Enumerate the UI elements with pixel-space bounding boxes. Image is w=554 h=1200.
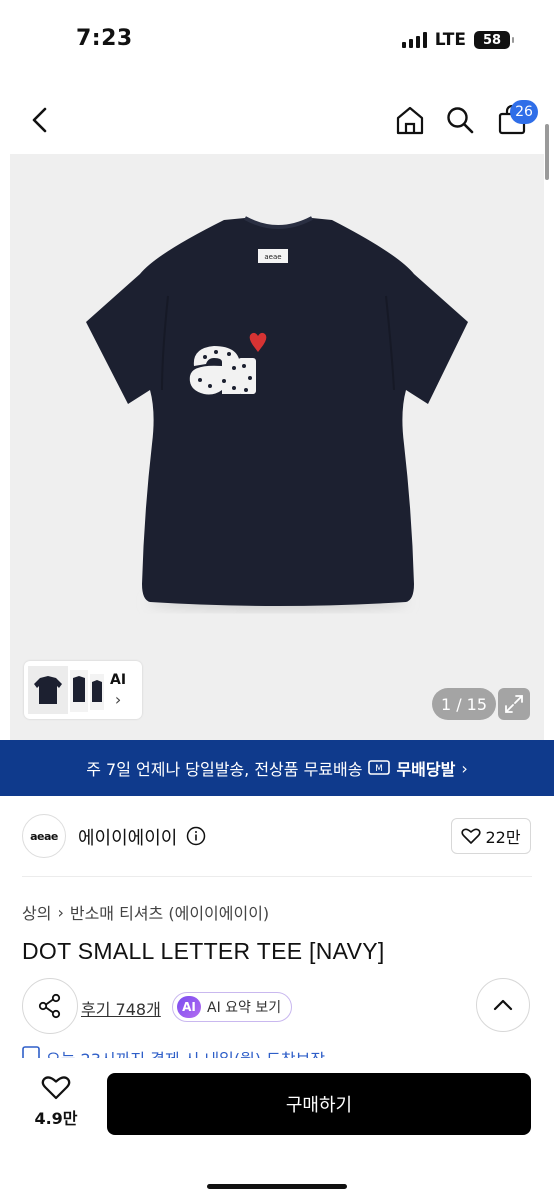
breadcrumb-category[interactable]: 상의 (22, 900, 51, 924)
ai-thumb-label: AI (110, 671, 127, 688)
thumbnail-image (28, 666, 104, 714)
product-title: DOT SMALL LETTER TEE [NAVY] (22, 938, 385, 964)
expand-image-button[interactable] (498, 688, 530, 720)
breadcrumb: 상의 › 반소매 티셔츠 (에이이에이이) (22, 900, 269, 924)
signal-icon (401, 32, 427, 48)
svg-text:M: M (376, 764, 384, 774)
image-page-counter: 1 / 15 (432, 688, 496, 720)
heart-icon (41, 1076, 71, 1100)
share-button[interactable] (22, 978, 78, 1034)
chevron-up-icon (493, 999, 513, 1011)
garment-tag-text: aeae (264, 253, 281, 261)
delivery-promo-banner[interactable]: 주 7일 언제나 당일발송, 전상품 무료배송 M 무배당발 › (0, 740, 554, 796)
thumbnail-strip[interactable]: AI › (24, 661, 142, 719)
share-icon (38, 993, 61, 1019)
home-icon (396, 106, 424, 135)
delivery-truck-icon: M (368, 760, 391, 775)
scroll-to-top-button[interactable] (476, 978, 530, 1032)
banner-text: 주 7일 언제나 당일발송, 전상품 무료배송 (86, 760, 363, 779)
info-icon[interactable] (186, 826, 206, 850)
brand-like-button[interactable]: 22만 (451, 818, 531, 854)
chevron-left-icon (32, 107, 47, 133)
search-icon (447, 107, 474, 134)
expand-icon (505, 695, 523, 713)
breadcrumb-subcategory[interactable]: 반소매 티셔츠 (에이이에이이) (70, 900, 269, 924)
free-delivery-label: 무배당발 (396, 760, 456, 779)
brand-logo[interactable]: aeae (22, 814, 66, 858)
back-button[interactable] (20, 100, 60, 140)
status-indicators: LTE 58 (401, 30, 514, 50)
breadcrumb-separator: › (57, 902, 64, 922)
wishlist-count: 4.9만 (34, 1109, 78, 1128)
ai-badge: AI (177, 996, 201, 1018)
brand-like-count: 22만 (485, 828, 521, 847)
status-time: 7:23 (76, 26, 133, 51)
buy-button[interactable]: 구매하기 (107, 1073, 531, 1135)
home-indicator (207, 1184, 347, 1189)
wishlist-button[interactable]: 4.9만 (30, 1074, 82, 1129)
ai-summary-label: AI 요약 보기 (207, 1000, 282, 1016)
cart-count-badge: 26 (510, 100, 538, 124)
chevron-right-icon: › (114, 689, 122, 709)
battery-icon: 58 (474, 31, 514, 49)
ai-summary-button[interactable]: AI AI 요약 보기 (172, 992, 293, 1022)
battery-level: 58 (482, 32, 502, 48)
product-image-gallery[interactable]: aeae AI › 1 / 15 (10, 154, 544, 740)
divider (22, 876, 532, 877)
search-button[interactable] (440, 100, 480, 140)
home-button[interactable] (390, 100, 430, 140)
ai-thumb-label-group: AI › (110, 672, 126, 709)
review-count-link[interactable]: 후기 748개 (81, 996, 161, 1020)
scrollbar[interactable] (545, 124, 549, 180)
network-label: LTE (434, 30, 466, 50)
heart-icon (461, 828, 482, 844)
chevron-right-icon: › (461, 758, 468, 778)
product-image: aeae (86, 216, 468, 610)
brand-name[interactable]: 에이이에이이 (78, 824, 177, 850)
